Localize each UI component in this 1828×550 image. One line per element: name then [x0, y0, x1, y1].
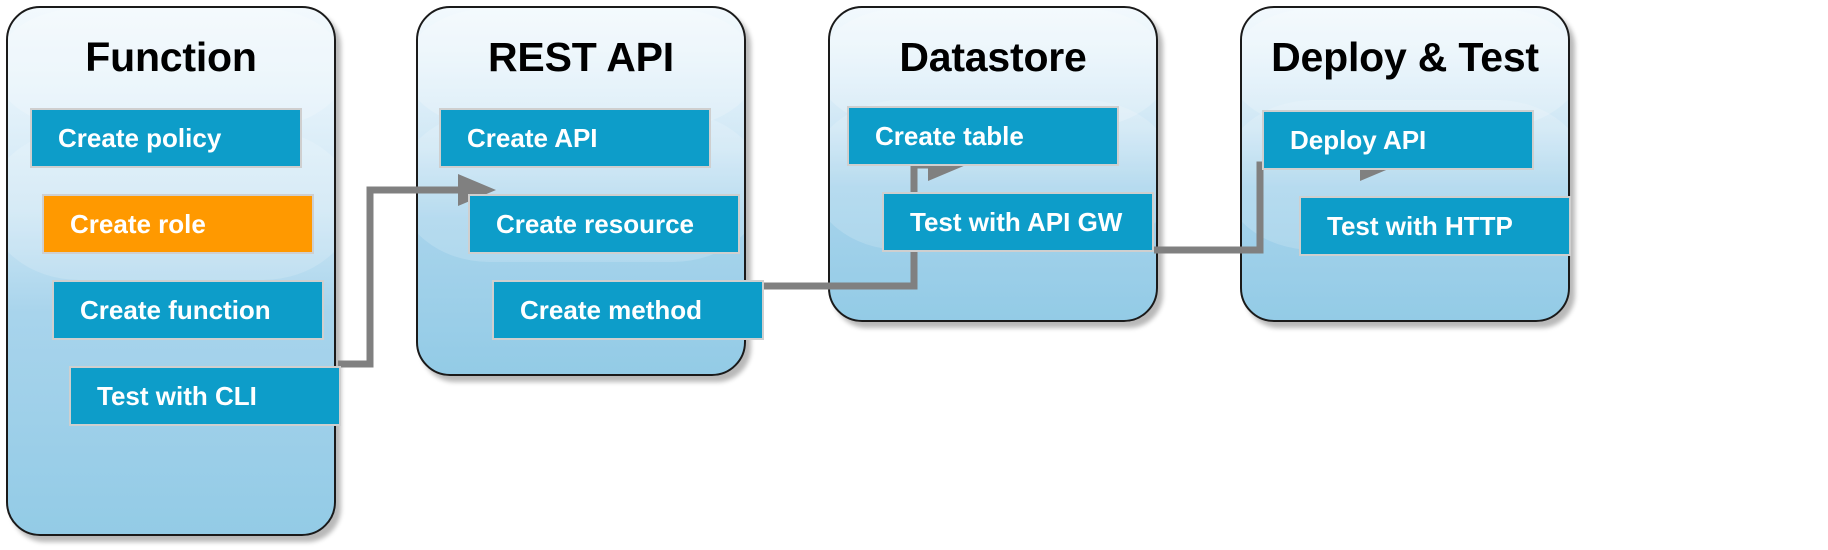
step-test-with-cli[interactable]: Test with CLI	[69, 366, 341, 426]
step-create-method-label: Create method	[520, 294, 703, 325]
step-create-resource-label: Create resource	[496, 208, 694, 239]
step-create-resource[interactable]: Create resource	[468, 194, 740, 254]
step-create-table[interactable]: Create table	[847, 106, 1119, 166]
panel-datastore-title: Datastore	[899, 34, 1087, 80]
connector-function-to-rest-api	[338, 174, 496, 368]
step-deploy-api-label: Deploy API	[1290, 124, 1427, 155]
step-create-method[interactable]: Create method	[492, 280, 764, 340]
step-test-with-http[interactable]: Test with HTTP	[1299, 196, 1571, 256]
step-create-policy-label: Create policy	[58, 122, 222, 153]
step-create-role[interactable]: Create role	[42, 194, 314, 254]
step-test-with-api-gw-label: Test with API GW	[910, 206, 1123, 237]
panel-function[interactable]: Function	[6, 6, 336, 536]
panel-deploy-test-title: Deploy & Test	[1271, 34, 1539, 80]
step-test-with-api-gw[interactable]: Test with API GW	[882, 192, 1154, 252]
step-test-with-http-label: Test with HTTP	[1327, 210, 1513, 241]
step-create-function[interactable]: Create function	[52, 280, 324, 340]
panel-rest-api-title: REST API	[488, 34, 674, 80]
step-test-with-cli-label: Test with CLI	[97, 380, 257, 411]
step-create-table-label: Create table	[875, 120, 1024, 151]
diagram-canvas: Function Create policy Create role Creat…	[0, 0, 1828, 550]
step-create-role-label: Create role	[70, 208, 206, 239]
step-deploy-api[interactable]: Deploy API	[1262, 110, 1534, 170]
step-create-function-label: Create function	[80, 294, 271, 325]
panel-function-title: Function	[85, 34, 257, 80]
step-create-policy[interactable]: Create policy	[30, 108, 302, 168]
step-create-api-label: Create API	[467, 122, 598, 153]
step-create-api[interactable]: Create API	[439, 108, 711, 168]
